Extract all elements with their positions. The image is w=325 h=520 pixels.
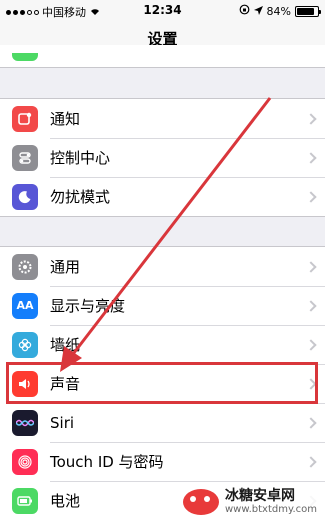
display-brightness-icon: AA xyxy=(12,292,38,319)
notifications-icon xyxy=(12,105,38,132)
wallpaper-icon xyxy=(12,331,38,358)
fingerprint-icon xyxy=(12,448,38,475)
settings-row-display-brightness[interactable]: AA 显示与亮度 xyxy=(0,286,325,325)
settings-row-fingerprint[interactable]: Touch ID 与密码 xyxy=(0,442,325,481)
watermark-logo-icon xyxy=(182,488,219,515)
battery-percent: 84% xyxy=(266,4,291,18)
chevron-right-icon xyxy=(305,455,317,468)
control-center-icon xyxy=(12,144,38,171)
status-bar: 中国移动 12:34 84% xyxy=(0,0,325,22)
status-right: 84% xyxy=(239,4,321,18)
settings-row-label: 墙纸 xyxy=(50,336,81,354)
settings-row-wallpaper[interactable]: 墙纸 xyxy=(0,325,325,364)
watermark-url: www.btxtdmy.com xyxy=(224,504,317,515)
settings-row-moon[interactable]: 勿扰模式 xyxy=(0,177,325,216)
chevron-right-icon xyxy=(305,260,317,273)
settings-row-label: 显示与亮度 xyxy=(50,297,126,315)
settings-row-label: Siri xyxy=(50,413,75,432)
highlight-box xyxy=(6,362,318,404)
settings-group-notifications: 通知控制中心勿扰模式 xyxy=(0,98,325,217)
orientation-lock-icon xyxy=(239,4,250,18)
previous-group xyxy=(0,45,325,68)
chevron-right-icon xyxy=(305,299,317,312)
settings-row-control-center[interactable]: 控制中心 xyxy=(0,138,325,177)
gear-icon xyxy=(12,253,38,280)
settings-row-notifications[interactable]: 通知 xyxy=(0,99,325,138)
settings-row-label: 通用 xyxy=(50,258,81,276)
settings-row-label: Touch ID 与密码 xyxy=(50,453,164,471)
settings-row-label: 控制中心 xyxy=(50,149,111,167)
settings-row-gear[interactable]: 通用 xyxy=(0,247,325,286)
chevron-right-icon xyxy=(305,112,317,125)
watermark-title: 冰糖安卓网 xyxy=(224,487,295,504)
chevron-right-icon xyxy=(305,338,317,351)
chevron-right-icon xyxy=(305,416,317,429)
location-icon xyxy=(253,5,263,18)
settings-row-label: 勿扰模式 xyxy=(50,188,111,206)
settings-row-siri[interactable]: Siri xyxy=(0,403,325,442)
chevron-right-icon xyxy=(305,190,317,203)
watermark: 冰糖安卓网 www.btxtdmy.com xyxy=(176,485,323,518)
battery-icon xyxy=(12,487,38,514)
chevron-right-icon xyxy=(305,151,317,164)
settings-row-label: 通知 xyxy=(50,110,81,128)
airplane-mode-icon xyxy=(12,53,38,61)
settings-row-label: 电池 xyxy=(50,492,81,510)
siri-icon xyxy=(12,409,38,436)
battery-status-icon xyxy=(295,5,321,17)
moon-icon xyxy=(12,183,38,210)
